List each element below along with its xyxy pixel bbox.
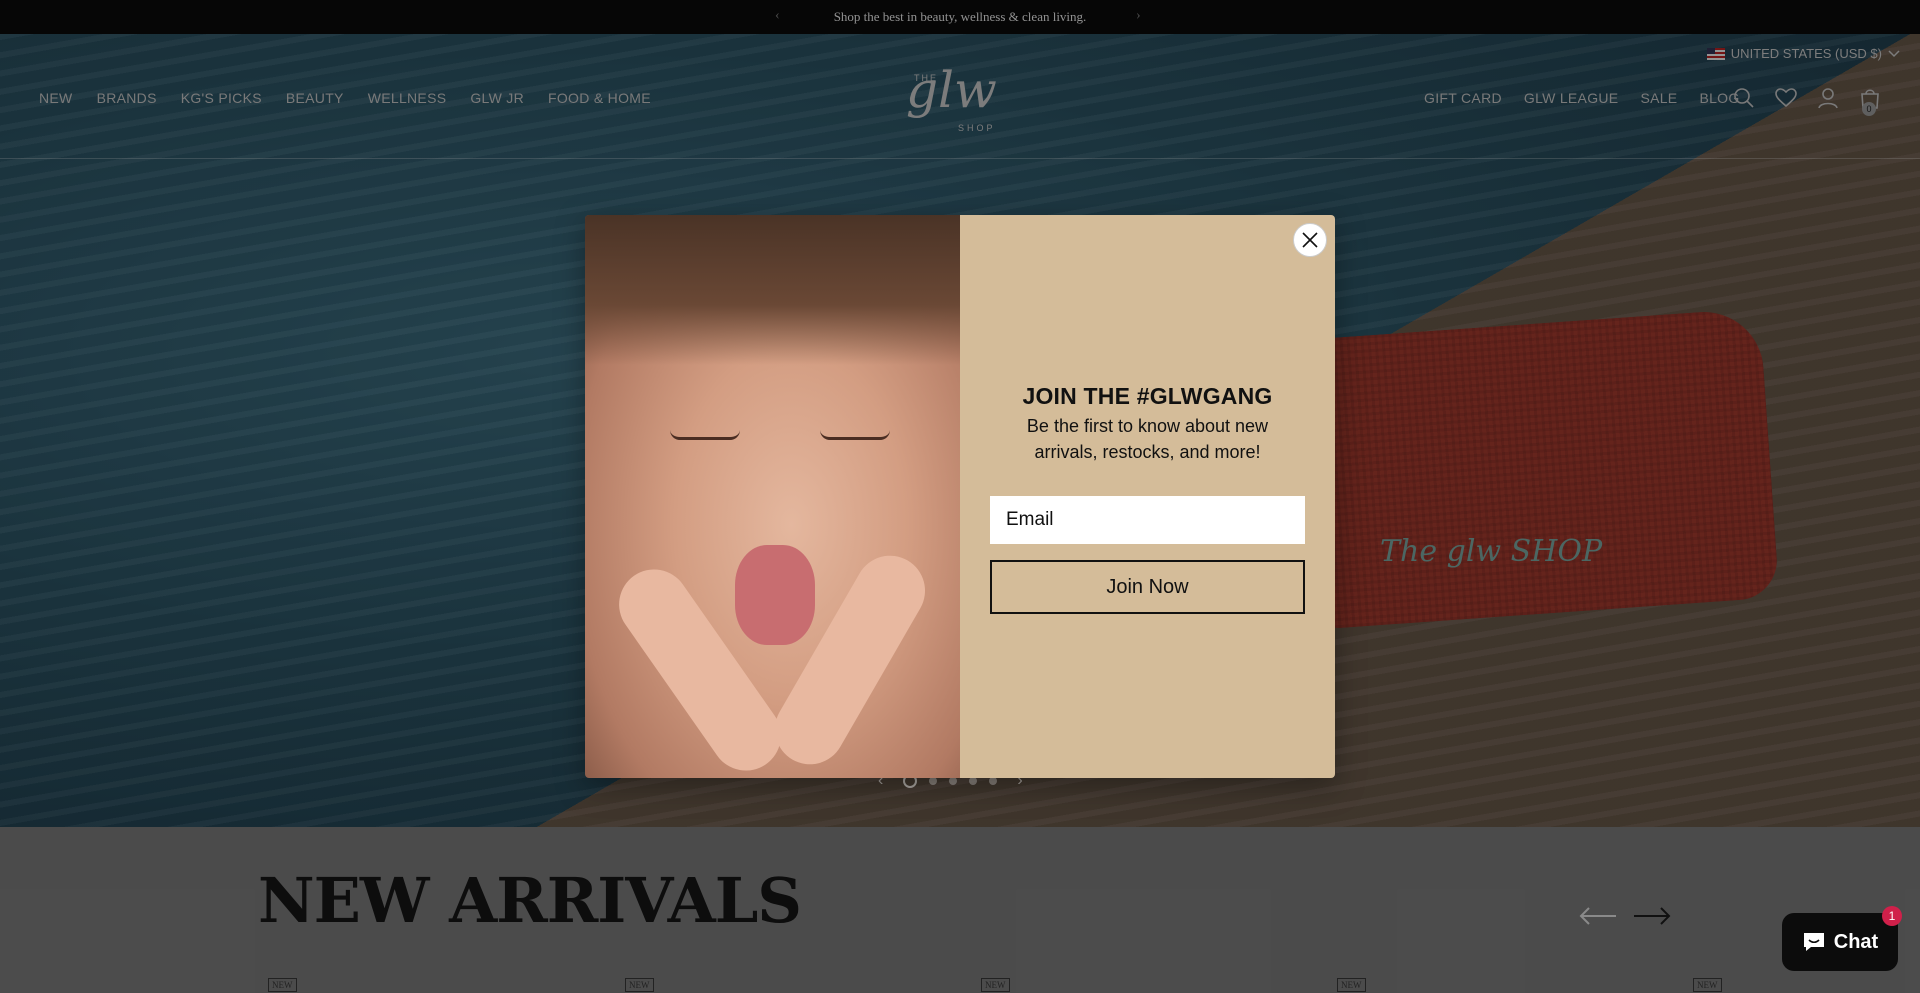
arrow-left-icon[interactable] <box>1578 906 1618 926</box>
photo-eye-right <box>820 430 890 440</box>
close-icon <box>1302 232 1318 248</box>
photo-lips <box>735 545 815 645</box>
slider-dot-3[interactable] <box>949 777 958 785</box>
chat-widget-button[interactable]: Chat <box>1782 913 1898 971</box>
new-badge: NEW <box>625 978 654 992</box>
popup-subtitle: Be the first to know about new arrivals,… <box>1026 416 1269 462</box>
chat-unread-badge: 1 <box>1882 906 1902 926</box>
join-now-button[interactable]: Join Now <box>990 560 1305 614</box>
popup-title: JOIN THE #GLWGANG <box>1022 383 1273 409</box>
new-badge: NEW <box>1693 978 1722 992</box>
photo-eye-left <box>670 430 740 440</box>
new-badge: NEW <box>981 978 1010 992</box>
popup-close-button[interactable] <box>1293 223 1327 257</box>
email-field[interactable] <box>990 496 1305 544</box>
new-arrivals-title: NEW ARRIVALS <box>258 864 802 937</box>
chat-label: Chat <box>1833 930 1879 953</box>
slider-dot-2[interactable] <box>929 777 938 785</box>
slider-dot-4[interactable] <box>969 777 978 785</box>
popup-model-photo <box>585 215 960 778</box>
new-badge: NEW <box>268 978 297 992</box>
newsletter-popup: JOIN THE #GLWGANG Be the first to know a… <box>585 215 1335 778</box>
arrow-right-icon[interactable] <box>1632 906 1672 926</box>
photo-hair <box>585 215 960 365</box>
popup-form-panel: JOIN THE #GLWGANG Be the first to know a… <box>960 215 1335 778</box>
slider-dot-5[interactable] <box>989 777 998 785</box>
new-badge: NEW <box>1337 978 1366 992</box>
carousel-arrows <box>1578 906 1672 926</box>
chat-bubble-icon <box>1803 933 1824 951</box>
